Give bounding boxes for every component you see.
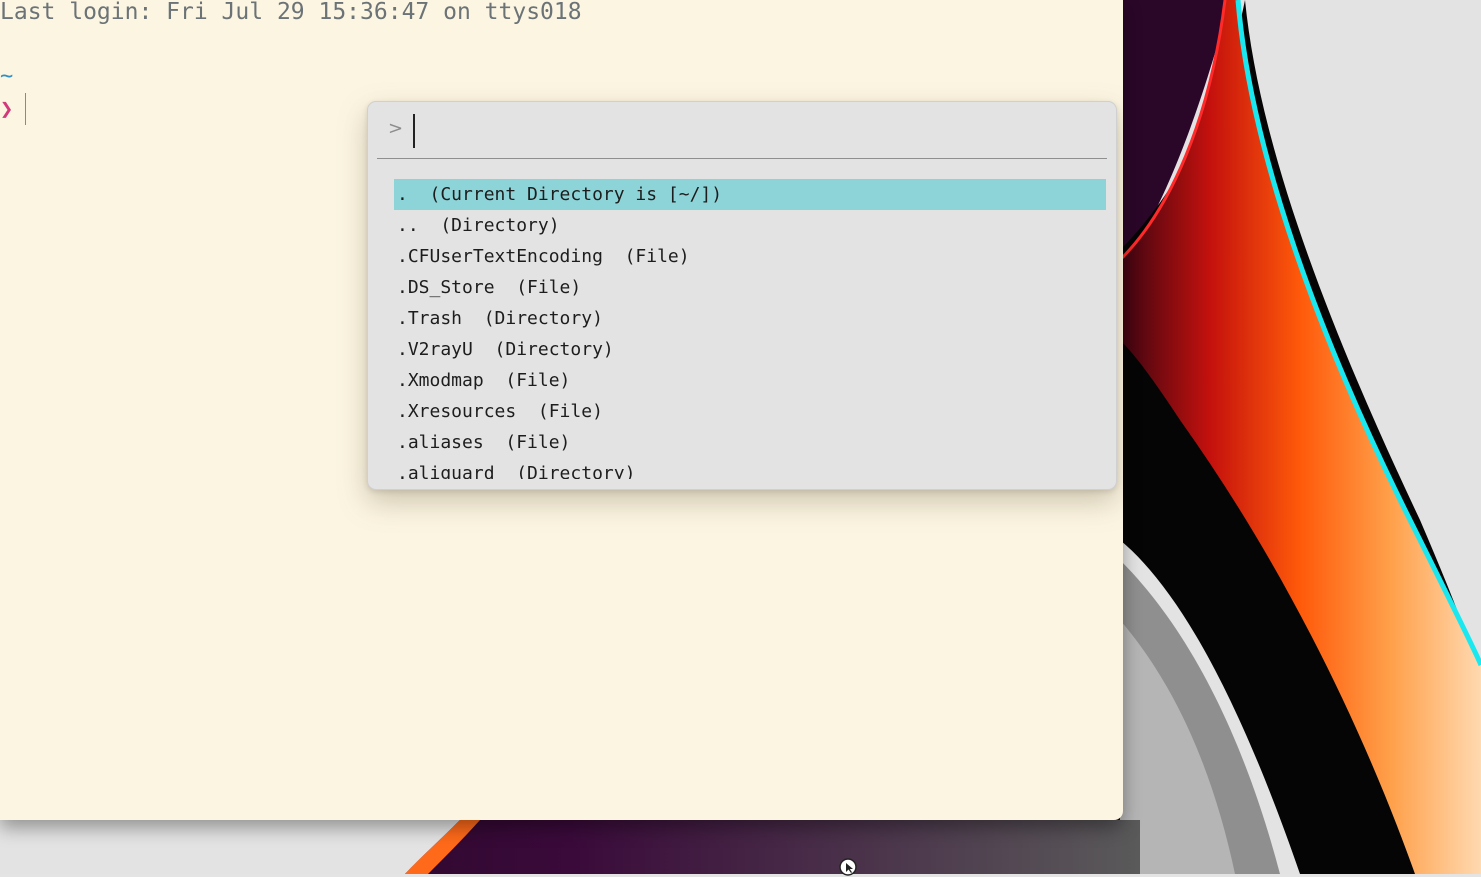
last-login-line: Last login: Fri Jul 29 15:36:47 on ttys0… [0, 0, 582, 25]
shell-prompt-symbol: ❯ [0, 97, 14, 122]
finder-result-item[interactable]: .Xresources (File) [394, 396, 1106, 427]
finder-result-item[interactable]: .Xmodmap (File) [394, 365, 1106, 396]
finder-result-item[interactable]: . (Current Directory is [~/]) [394, 179, 1106, 210]
finder-result-item[interactable]: .CFUserTextEncoding (File) [394, 241, 1106, 272]
input-caret [413, 114, 415, 148]
finder-separator [377, 158, 1107, 159]
finder-result-item[interactable]: .aliases (File) [394, 427, 1106, 458]
terminal-window[interactable]: Last login: Fri Jul 29 15:36:47 on ttys0… [0, 0, 1123, 820]
file-finder-popup[interactable]: > . (Current Directory is [~/]) .. (Dire… [367, 101, 1117, 490]
mouse-pointer-icon [839, 858, 857, 876]
finder-results-list[interactable]: . (Current Directory is [~/]) .. (Direct… [394, 179, 1106, 479]
finder-result-item[interactable]: .aliguard (Directory) [394, 458, 1106, 479]
finder-result-item[interactable]: .V2rayU (Directory) [394, 334, 1106, 365]
finder-result-item[interactable]: .Trash (Directory) [394, 303, 1106, 334]
finder-result-item[interactable]: .DS_Store (File) [394, 272, 1106, 303]
finder-result-item[interactable]: .. (Directory) [394, 210, 1106, 241]
chevron-right-icon: > [388, 118, 404, 139]
terminal-cursor [25, 93, 26, 125]
finder-search-input[interactable] [414, 114, 1014, 148]
cwd-indicator: ~ [0, 64, 14, 89]
